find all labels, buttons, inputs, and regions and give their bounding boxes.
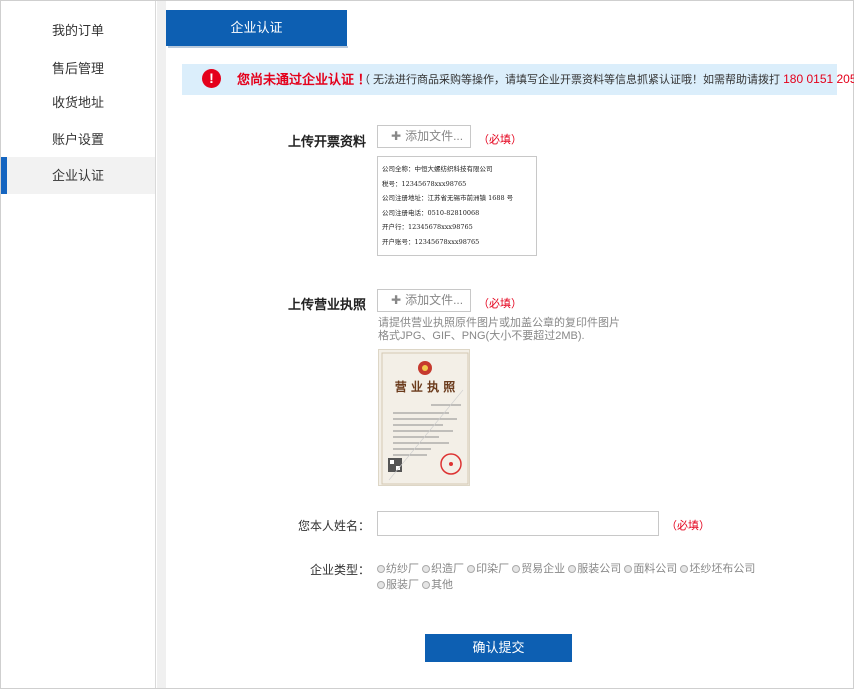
invoice-line: 开户账号：12345678xxx98765 [382,237,480,246]
license-illustration: 营 业 执 照 [381,352,469,485]
invoice-line: 公司注册电话：0510-82810068 [382,208,480,217]
radio-icon [377,565,385,573]
license-required-mark: （必填） [478,298,522,310]
radio-option-fabric-company[interactable]: 面料公司 [624,563,677,575]
radio-icon [680,565,689,573]
tab-shadow [168,46,348,48]
tab-enterprise-verification[interactable]: 企业认证 [166,10,347,46]
invoice-preview: 公司全称：中恒大螺纺织科技有限公司 税号：12345678xxx98765 公司… [377,156,537,256]
radio-option-apparel-company[interactable]: 服装公司 [568,563,621,575]
notice-title: 您尚未通过企业认证 ！ [237,72,371,87]
company-type-label: 企业类型： [310,563,371,577]
invoice-line: 开户行：12345678xxx98765 [382,223,473,231]
sidebar-item-label: 企业认证 [52,168,105,183]
submit-button[interactable]: 确认提交 [425,634,572,662]
name-label: 您本人姓名： [298,519,371,533]
license-hint: 请提供营业执照原件图片或加盖公章的复印件图片 格式JPG、GIF、PNG(大小不… [378,317,620,342]
help-phone: 180 0151 2050 [783,72,854,86]
radio-option-greige-company[interactable]: 坯纱坯布公司 [680,563,755,575]
radio-option-spinning-mill[interactable]: 纺纱厂 [377,563,419,575]
name-input[interactable] [377,511,659,536]
radio-option-dyeing-mill[interactable]: 印染厂 [467,563,509,575]
license-add-file-button[interactable]: ✚ 添加文件... [377,289,471,312]
radio-option-weaving-mill[interactable]: 织造厂 [422,563,464,575]
invoice-add-file-button[interactable]: ✚ 添加文件... [377,125,471,148]
radio-icon [512,565,521,573]
plus-icon: ✚ [391,129,402,143]
radio-icon [568,565,577,573]
invoice-line: 公司注册地址：江苏省无锡市前洲镇 1688 号 [382,194,514,202]
radio-icon [624,565,633,573]
sidebar-item-shipping-address[interactable]: 收货地址 [1,84,155,121]
invoice-line: 公司全称：中恒大螺纺织科技有限公司 [382,165,493,173]
radio-icon [422,581,431,589]
invoice-line: 税号：12345678xxx98765 [382,179,467,188]
radio-icon [422,565,431,573]
sidebar-gutter [157,1,166,688]
radio-icon [467,565,476,573]
business-license-image: 营 业 执 照 [378,349,470,486]
sidebar-item-label: 账户设置 [52,132,105,147]
radio-icon [377,581,385,589]
sidebar-item-label: 收货地址 [52,95,105,110]
company-type-options: 纺纱厂 织造厂 印染厂 贸易企业 服装公司 面料公司 坯纱坯布公司 服装厂 其他 [377,561,757,593]
sidebar: 我的订单 售后管理 收货地址 账户设置 企业认证 [1,1,156,688]
sidebar-item-label: 售后管理 [52,61,105,76]
sidebar-item-enterprise-verification[interactable]: 企业认证 [1,157,155,194]
invoice-required-mark: （必填） [478,134,522,146]
alert-icon: ! [202,69,221,88]
sidebar-item-my-orders[interactable]: 我的订单 [1,12,155,49]
notice-text: （ 无法进行商品采购等操作，请填写企业开票资料等信息抓紧认证哦！如需帮助请拨打 … [359,64,854,96]
sidebar-item-account-settings[interactable]: 账户设置 [1,121,155,158]
verification-notice: ! 您尚未通过企业认证 ！ （ 无法进行商品采购等操作，请填写企业开票资料等信息… [182,64,854,95]
plus-icon: ✚ [391,293,402,307]
sidebar-item-label: 我的订单 [52,23,105,38]
name-required-mark: （必填） [666,520,710,532]
license-upload-label: 上传营业执照 [288,297,367,312]
radio-option-other[interactable]: 其他 [422,579,453,591]
invoice-upload-label: 上传开票资料 [288,134,367,149]
license-title: 营 业 执 照 [395,379,456,394]
radio-option-garment-factory[interactable]: 服装厂 [377,579,419,591]
sidebar-item-after-sales[interactable]: 售后管理 [1,50,155,87]
radio-option-trading-company[interactable]: 贸易企业 [512,563,565,575]
